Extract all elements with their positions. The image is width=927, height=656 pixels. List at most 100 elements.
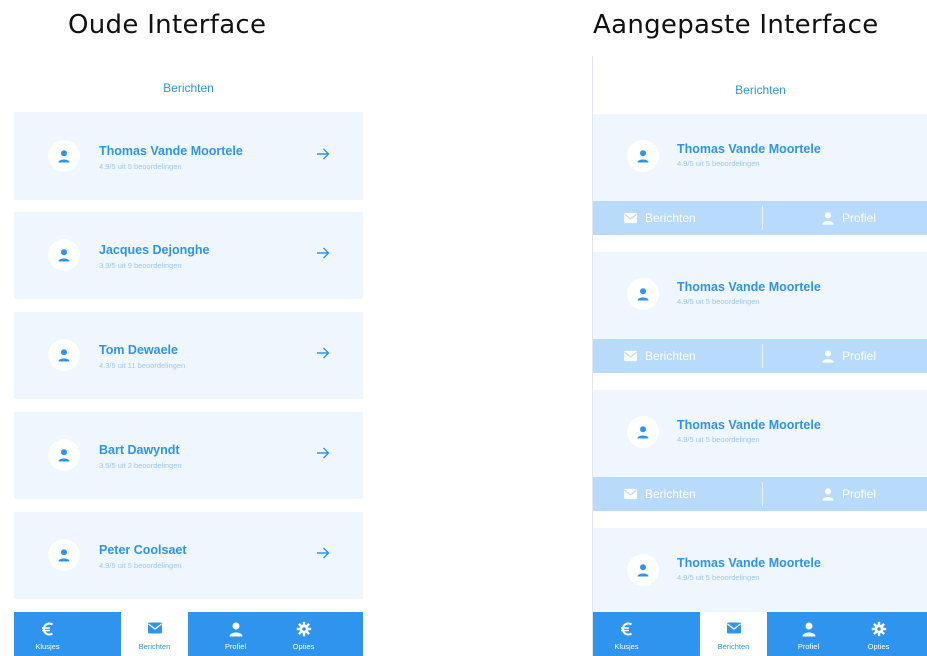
contact-rating: 4.3/5 uit 11 beoordelingen (99, 361, 186, 370)
user-icon (822, 212, 834, 225)
avatar (627, 140, 659, 172)
user-icon (822, 488, 834, 501)
contact-name: Thomas Vande Moortele (677, 418, 821, 432)
user-icon (822, 350, 834, 363)
tab-label: Profiel (224, 642, 247, 651)
user-icon (637, 288, 649, 301)
contact-card[interactable]: Thomas Vande Moortele 4.9/5 uit 5 beoord… (593, 114, 927, 201)
contact-card[interactable]: Bart Dawyndt 3.5/5 uit 2 beoordelingen (14, 412, 363, 499)
user-icon (637, 564, 649, 577)
tab-berichten[interactable]: Berichten (700, 612, 767, 656)
contact-name: Peter Coolsaet (99, 543, 187, 557)
user-icon (637, 150, 649, 163)
arrow-right-icon[interactable] (316, 147, 330, 161)
tab-berichten[interactable]: Berichten (121, 612, 188, 656)
new-interface-heading: Aangepaste Interface (593, 10, 879, 40)
user-icon (229, 622, 242, 637)
arrow-right-icon[interactable] (316, 246, 330, 260)
contact-card[interactable]: Tom Dewaele 4.3/5 uit 11 beoordelingen (14, 312, 363, 399)
old-interface-heading: Oude Interface (68, 10, 267, 40)
contact-actions: Berichten Profiel (593, 201, 927, 235)
contact-rating: 3.5/5 uit 2 beoordelingen (99, 461, 182, 470)
tab-label: Profiel (797, 642, 820, 651)
tab-profiel[interactable]: Profiel (775, 612, 842, 656)
contact-rating: 4.9/5 uit 5 beoordelingen (677, 159, 760, 168)
contact-card[interactable]: Peter Coolsaet 4.9/5 uit 5 beoordelingen (14, 512, 363, 599)
tab-label: Berichten (138, 642, 171, 651)
mail-icon (624, 488, 637, 500)
tab-klusjes[interactable]: Klusjes (593, 612, 660, 656)
mail-icon (624, 350, 637, 362)
arrow-right-icon[interactable] (316, 346, 330, 360)
avatar (48, 539, 80, 571)
divider (762, 344, 763, 368)
profile-action-button[interactable]: Profiel (821, 339, 876, 373)
profile-action-button[interactable]: Profiel (821, 477, 876, 511)
tab-label: Klusjes (35, 642, 60, 651)
screen-title: Berichten (735, 83, 786, 97)
mail-icon (147, 622, 162, 634)
tab-opties[interactable]: Opties (270, 612, 337, 656)
avatar (48, 339, 80, 371)
tab-klusjes[interactable]: Klusjes (14, 612, 81, 656)
tab-opties[interactable]: Opties (845, 612, 912, 656)
avatar (48, 140, 80, 172)
contact-name: Thomas Vande Moortele (677, 556, 821, 570)
old-interface-screen: Berichten Thomas Vande Moortele 4.9/5 ui… (14, 56, 363, 656)
messages-action-label: Berichten (645, 349, 696, 363)
messages-action-label: Berichten (645, 487, 696, 501)
bottom-tab-bar: Klusjes Berichten Profiel Opties (14, 612, 363, 656)
contact-name: Tom Dewaele (99, 343, 178, 357)
contact-rating: 4.9/5 uit 5 beoordelingen (677, 573, 760, 582)
contact-rating: 4.9/5 uit 5 beoordelingen (677, 435, 760, 444)
avatar (627, 416, 659, 448)
contact-rating: 4.9/5 uit 5 beoordelingen (677, 297, 760, 306)
user-icon (802, 622, 815, 637)
contact-card[interactable]: Jacques Dejonghe 3.9/5 uit 9 beoordeling… (14, 212, 363, 299)
contact-card[interactable]: Thomas Vande Moortele 4.9/5 uit 5 beoord… (593, 390, 927, 477)
divider (762, 482, 763, 506)
contact-rating: 3.9/5 uit 9 beoordelingen (99, 261, 182, 270)
user-icon (58, 449, 70, 462)
user-icon (58, 349, 70, 362)
gear-icon (871, 621, 886, 637)
contact-card[interactable]: Thomas Vande Moortele 4.9/5 uit 5 beoord… (14, 112, 363, 200)
messages-action-label: Berichten (645, 211, 696, 225)
contact-actions: Berichten Profiel (593, 339, 927, 373)
avatar (627, 554, 659, 586)
profile-action-label: Profiel (842, 349, 877, 363)
tab-label: Berichten (717, 642, 750, 651)
tab-label: Opties (292, 642, 315, 651)
arrow-right-icon[interactable] (316, 446, 330, 460)
contact-rating: 4.9/5 uit 5 beoordelingen (99, 162, 182, 171)
gear-icon (296, 621, 311, 637)
tab-label: Klusjes (614, 642, 639, 651)
messages-action-button[interactable]: Berichten (623, 339, 696, 373)
bottom-tab-bar: Klusjes Berichten Profiel Opties (593, 612, 927, 656)
messages-action-button[interactable]: Berichten (623, 477, 696, 511)
profile-action-button[interactable]: Profiel (821, 201, 876, 235)
euro-icon (41, 622, 53, 636)
contact-card[interactable]: Thomas Vande Moortele 4.9/5 uit 5 beoord… (593, 252, 927, 339)
contact-rating: 4.9/5 uit 5 beoordelingen (99, 561, 182, 570)
messages-action-button[interactable]: Berichten (623, 201, 696, 235)
contact-actions: Berichten Profiel (593, 477, 927, 511)
tab-profiel[interactable]: Profiel (202, 612, 269, 656)
screen-title: Berichten (163, 81, 214, 95)
new-interface-screen: Berichten Thomas Vande Moortele 4.9/5 ui… (592, 56, 927, 656)
mail-icon (726, 622, 741, 634)
euro-icon (620, 622, 632, 636)
avatar (48, 239, 80, 271)
contact-name: Jacques Dejonghe (99, 243, 210, 257)
contact-name: Thomas Vande Moortele (677, 280, 821, 294)
avatar (627, 278, 659, 310)
arrow-right-icon[interactable] (316, 546, 330, 560)
user-icon (58, 249, 70, 262)
contact-card[interactable]: Thomas Vande Moortele 4.9/5 uit 5 beoord… (593, 528, 927, 612)
tab-label: Opties (867, 642, 890, 651)
contact-name: Thomas Vande Moortele (99, 144, 243, 158)
profile-action-label: Profiel (842, 487, 877, 501)
avatar (48, 439, 80, 471)
profile-action-label: Profiel (842, 211, 877, 225)
user-icon (58, 150, 70, 163)
